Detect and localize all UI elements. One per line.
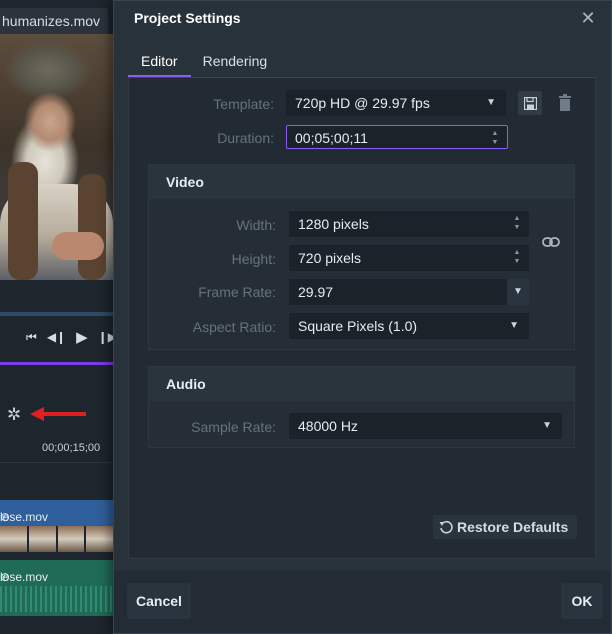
- dialog-title: Project Settings: [134, 10, 241, 26]
- duration-input[interactable]: 00;05;00;11 ▲ ▼: [286, 125, 508, 149]
- duration-label: Duration:: [217, 130, 274, 146]
- height-stepper[interactable]: ▲ ▼: [513, 248, 521, 266]
- duration-stepper[interactable]: ▲ ▼: [491, 129, 499, 147]
- tab-editor[interactable]: Editor: [128, 45, 191, 77]
- template-select[interactable]: 720p HD @ 29.97 fps ▼: [286, 90, 506, 116]
- project-settings-gear-icon[interactable]: ✲: [7, 405, 21, 425]
- chevron-down-icon: ▼: [486, 97, 496, 108]
- save-icon: [523, 96, 537, 110]
- close-icon[interactable]: ✕: [579, 9, 597, 27]
- link-icon: ⊖: [0, 510, 11, 524]
- timeline-timecode: 00;00;15;00: [42, 442, 101, 454]
- aspect-ratio-select[interactable]: Square Pixels (1.0) ▼: [289, 313, 529, 339]
- width-stepper[interactable]: ▲ ▼: [513, 214, 521, 232]
- dialog-footer: Cancel OK: [114, 571, 611, 633]
- audio-waveform: [0, 586, 113, 612]
- frame-rate-select[interactable]: 29.97 ▼: [289, 279, 529, 305]
- editor-settings-panel: Template: 720p HD @ 29.97 fps ▼ Duration…: [128, 77, 596, 559]
- chevron-down-icon: ▼: [509, 320, 519, 331]
- video-clip[interactable]: lose.mov ⊖: [0, 500, 113, 526]
- save-template-button[interactable]: [518, 91, 542, 115]
- height-input[interactable]: 720 pixels ▲ ▼: [289, 245, 529, 271]
- sample-rate-value: 48000 Hz: [298, 418, 358, 434]
- height-label: Height:: [231, 251, 276, 267]
- dialog-title-bar[interactable]: Project Settings ✕: [114, 1, 611, 35]
- play-icon[interactable]: ▶: [76, 328, 88, 346]
- step-back-icon[interactable]: ◀❙: [47, 330, 66, 344]
- trash-icon[interactable]: [557, 94, 573, 112]
- restore-icon: [439, 520, 453, 534]
- aspect-ratio-value: Square Pixels (1.0): [298, 318, 418, 334]
- skip-back-icon[interactable]: ⏮: [26, 330, 37, 345]
- width-value: 1280 pixels: [298, 216, 369, 232]
- video-section: Video Width: 1280 pixels ▲ ▼ Height: 720 …: [148, 164, 575, 350]
- width-input[interactable]: 1280 pixels ▲ ▼: [289, 211, 529, 237]
- audio-section-title: Audio: [166, 376, 206, 392]
- video-clip-thumbnails: [0, 526, 113, 552]
- frame-rate-label: Frame Rate:: [198, 284, 276, 300]
- transport-controls: ⏮ ◀❙ ▶ ❙▶: [0, 316, 117, 358]
- project-settings-dialog: Project Settings ✕ Editor Rendering Temp…: [113, 0, 612, 634]
- chevron-down-icon: ▼: [507, 279, 529, 305]
- duration-value: 00;05;00;11: [295, 130, 368, 146]
- media-tab-title: humanizes.mov: [2, 13, 101, 29]
- sample-rate-label: Sample Rate:: [191, 419, 276, 435]
- ok-button[interactable]: OK: [561, 583, 603, 619]
- link-icon: ⊖: [0, 570, 11, 584]
- settings-tabs: Editor Rendering: [128, 45, 279, 77]
- aspect-ratio-label: Aspect Ratio:: [192, 319, 276, 335]
- audio-section: Audio Sample Rate: 48000 Hz ▼: [148, 366, 575, 448]
- video-preview: [0, 34, 113, 280]
- tab-rendering[interactable]: Rendering: [191, 45, 280, 77]
- annotation-arrow-icon: [30, 407, 86, 421]
- panel-divider[interactable]: [0, 362, 113, 365]
- video-section-title: Video: [166, 174, 204, 190]
- template-label: Template:: [213, 96, 274, 112]
- media-tab[interactable]: humanizes.mov: [0, 8, 108, 34]
- cancel-button[interactable]: Cancel: [127, 583, 191, 619]
- template-value: 720p HD @ 29.97 fps: [295, 95, 430, 111]
- height-value: 720 pixels: [298, 250, 362, 266]
- chevron-down-icon: ▼: [542, 420, 552, 431]
- width-label: Width:: [236, 217, 276, 233]
- restore-defaults-label: Restore Defaults: [457, 519, 569, 535]
- link-dimensions-icon[interactable]: [542, 235, 560, 249]
- sample-rate-select[interactable]: 48000 Hz ▼: [289, 413, 562, 439]
- frame-rate-value: 29.97: [298, 284, 334, 300]
- restore-defaults-button[interactable]: Restore Defaults: [433, 515, 577, 539]
